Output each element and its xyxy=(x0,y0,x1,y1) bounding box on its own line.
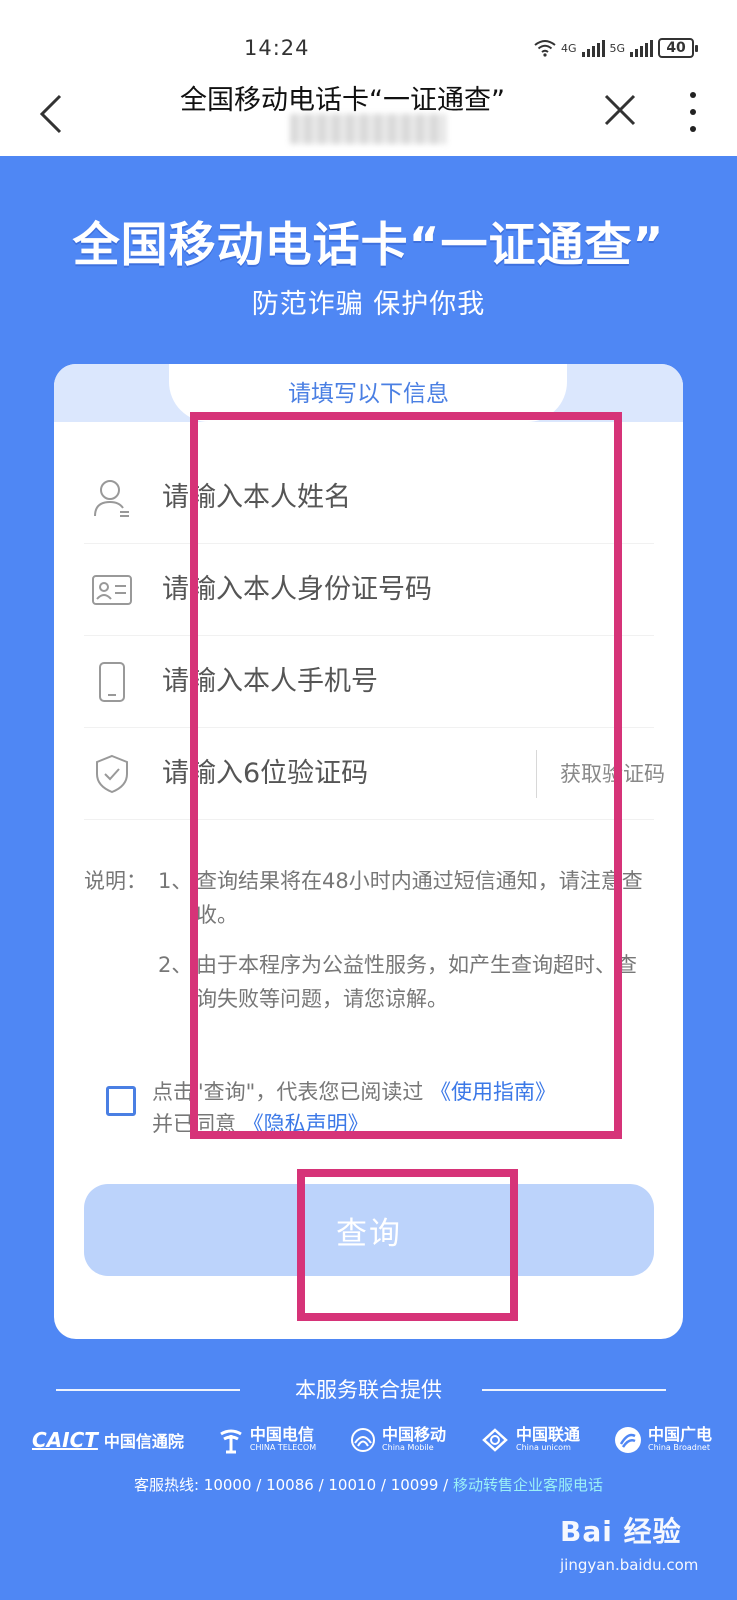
query-button[interactable]: 查询 xyxy=(84,1184,654,1276)
partner-logos: CAICT 中国信通院 中国电信 CHINA TELECOM 中国移动 China … xyxy=(32,1420,712,1460)
network-5g-label: 5G xyxy=(609,41,626,55)
name-input[interactable] xyxy=(162,482,502,513)
status-bar: 14:24 4G 5G 40 xyxy=(0,0,737,80)
form-card: 请填写以下信息 请输入本人姓名 请输入本人身份证号码 请输入本人手机号 请输入6… xyxy=(54,364,683,1339)
wifi-icon xyxy=(534,40,556,57)
id-card-icon xyxy=(92,570,132,610)
china-unicom-logo: 中国联通 China unicom xyxy=(480,1427,580,1453)
china-broadnet-logo: 中国广电 China Broadnet xyxy=(614,1426,712,1454)
signal-icon-2 xyxy=(630,39,654,57)
caict-logo: CAICT 中国信通院 xyxy=(32,1428,184,1452)
privacy-statement-link[interactable]: 《隐私声明》 xyxy=(243,1112,369,1136)
phone-input[interactable] xyxy=(162,666,502,697)
agree-checkbox[interactable] xyxy=(106,1086,136,1116)
divider xyxy=(536,750,537,798)
status-time: 14:24 xyxy=(244,36,310,60)
footer-title: 本服务联合提供 xyxy=(295,1378,442,1402)
blurred-subtitle xyxy=(290,114,446,144)
card-header-title: 请填写以下信息 xyxy=(288,381,449,407)
verification-code-input[interactable] xyxy=(162,758,452,789)
id-field-row xyxy=(84,544,654,636)
code-field-row: 获取验证码 xyxy=(84,728,665,820)
notes-label: 说明： xyxy=(84,869,147,893)
network-4g-label: 4G xyxy=(561,41,577,55)
phone-field-row xyxy=(84,636,654,728)
hero-subtitle: 防范诈骗 保护你我 xyxy=(251,289,486,320)
baidu-jingyan-watermark: Bai 经验 jingyan.baidu.com xyxy=(560,1515,699,1574)
page-title: 全国移动电话卡“一证通查” xyxy=(180,85,505,116)
agreement-text: 点击"查询"，代表您已阅读过 《使用指南》 并已同意 《隐私声明》 xyxy=(152,1080,557,1136)
status-icons: 4G 5G 40 xyxy=(534,38,699,58)
shield-check-icon xyxy=(92,754,132,794)
nav-bar: 全国移动电话卡“一证通查” xyxy=(0,70,737,156)
china-telecom-logo: 中国电信 CHINA TELECOM xyxy=(218,1426,316,1454)
back-arrow-icon[interactable] xyxy=(34,92,74,136)
hero-title: 全国移动电话卡“一证通查” xyxy=(72,218,665,273)
usage-guide-link[interactable]: 《使用指南》 xyxy=(430,1080,556,1104)
mvno-service-link[interactable]: 移动转售企业客服电话 xyxy=(453,1476,603,1494)
more-menu-icon[interactable] xyxy=(686,92,700,132)
phone-icon xyxy=(92,661,132,702)
id-number-input[interactable] xyxy=(162,574,502,605)
close-icon[interactable] xyxy=(602,92,638,128)
get-code-button[interactable]: 获取验证码 xyxy=(560,758,665,788)
card-header: 请填写以下信息 xyxy=(54,364,683,422)
hotline-text: 客服热线: 10000 / 10086 / 10010 / 10099 / 移动… xyxy=(133,1476,604,1494)
china-mobile-logo: 中国移动 China Mobile xyxy=(350,1427,446,1453)
signal-icon xyxy=(581,39,605,57)
battery-icon: 40 xyxy=(658,38,699,58)
user-icon xyxy=(92,478,132,518)
name-field-row xyxy=(84,452,654,544)
